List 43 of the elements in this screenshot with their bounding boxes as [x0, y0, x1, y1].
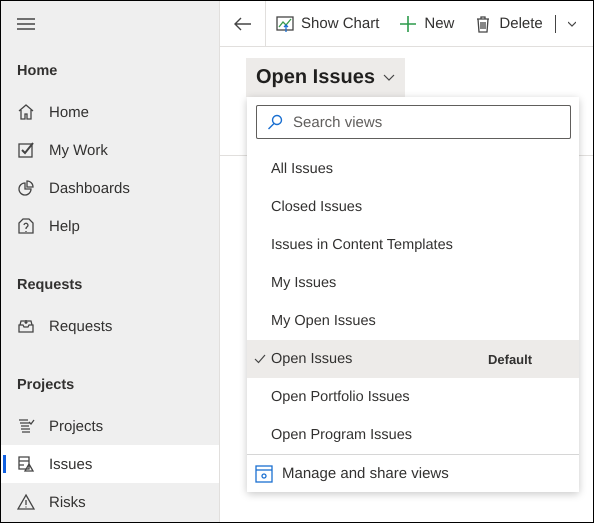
section-heading: Home: [16, 62, 58, 81]
section-heading: Requests: [16, 276, 84, 295]
plus-icon: [399, 14, 418, 32]
nav-item[interactable]: Risks: [1, 483, 219, 521]
search-field[interactable]: Search views: [256, 105, 571, 139]
view-option[interactable]: Closed Issues: [247, 188, 579, 226]
default-label: Default: [488, 352, 532, 366]
toolbar-button[interactable]: New: [389, 4, 464, 44]
house-icon: [17, 103, 35, 121]
checkmark-icon: [254, 354, 266, 364]
view-option[interactable]: Issues in Content Templates: [247, 226, 579, 264]
nav-item[interactable]: Help: [1, 207, 219, 245]
nav-item[interactable]: Requests: [1, 307, 219, 345]
inbox-icon: [17, 317, 35, 335]
selection-indicator: [3, 455, 6, 473]
view-option[interactable]: All Issues: [247, 150, 579, 188]
toolbar-button[interactable]: Show Chart: [266, 4, 390, 44]
nav-item[interactable]: Issues: [1, 445, 219, 483]
issues-icon: [17, 455, 35, 473]
view-selector[interactable]: Open Issues: [246, 58, 405, 97]
view-option[interactable]: Open Issues Default: [247, 340, 579, 378]
warning-icon: [17, 493, 35, 511]
chevron-down-icon[interactable]: [568, 20, 576, 28]
checkbox-icon: [17, 141, 35, 159]
back-arrow-icon: [234, 16, 252, 30]
section-heading: Projects: [16, 376, 76, 395]
nav-item[interactable]: Projects: [1, 407, 219, 445]
help-icon: [17, 217, 35, 235]
chart-icon: [276, 14, 294, 32]
view-option[interactable]: My Issues: [247, 264, 579, 302]
nav-item[interactable]: Dashboards: [1, 169, 219, 207]
settings-window-icon: [255, 464, 273, 482]
pie-chart-icon: [17, 179, 35, 197]
list-icon: [17, 417, 35, 435]
view-option[interactable]: My Open Issues: [247, 302, 579, 340]
manage-views-link[interactable]: Manage and share views: [247, 454, 579, 492]
nav-item[interactable]: My Work: [1, 131, 219, 169]
chevron-down-icon: [382, 74, 395, 82]
toolbar-button[interactable]: Delete: [464, 4, 553, 44]
view-option[interactable]: Open Portfolio Issues: [247, 378, 579, 416]
menu-icon[interactable]: [17, 18, 35, 30]
view-option[interactable]: Open Program Issues: [247, 416, 579, 454]
nav-item[interactable]: Home: [1, 93, 219, 131]
